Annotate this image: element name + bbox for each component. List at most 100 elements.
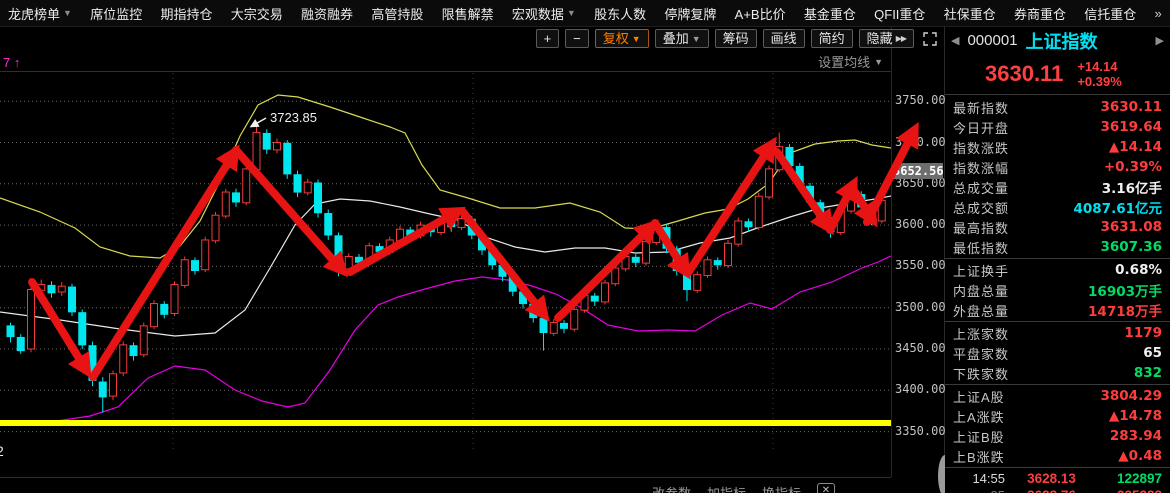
chevron-down-icon: ▼	[567, 8, 576, 18]
quote-row-label: 外盘总量	[953, 301, 1009, 320]
menu-item-5[interactable]: 高管持股	[371, 4, 423, 23]
quote-row-value: 14718万手	[1088, 300, 1162, 320]
overlay-button[interactable]: 叠加▼	[655, 29, 709, 48]
chips-button[interactable]: 筹码	[715, 29, 757, 48]
quote-row-value: 3630.11	[1101, 99, 1163, 115]
quote-row: 上证B股 283.94	[945, 426, 1170, 446]
adjust-price-button[interactable]: 复权▼	[595, 29, 649, 48]
clipped-label-fragment: 2	[0, 443, 4, 459]
quote-row-value: 3607.36	[1101, 239, 1163, 255]
menu-item-6[interactable]: 限售解禁	[442, 4, 494, 23]
svg-text:3723.85: 3723.85	[270, 110, 317, 125]
menu-item-12[interactable]: QFII重仓	[874, 4, 925, 23]
quote-row-value: 283.94	[1110, 428, 1162, 444]
menu-item-9[interactable]: 停牌复牌	[664, 4, 716, 23]
quote-row: 内盘总量16903万手	[945, 280, 1170, 300]
menu-item-13[interactable]: 社保重仓	[944, 4, 996, 23]
chevron-down-icon: ▼	[692, 30, 701, 48]
menu-item-0[interactable]: 龙虎榜单▼	[8, 4, 72, 23]
stock-code: 000001	[967, 32, 1017, 49]
quote-row-value: 3619.64	[1101, 119, 1163, 135]
switch-indicator-link[interactable]: 换指标	[762, 483, 801, 493]
quote-row-label: 上证A股	[953, 387, 1005, 406]
divider	[891, 27, 892, 477]
quote-row-label: 平盘家数	[953, 344, 1009, 363]
quote-row-value: 3.16亿手	[1102, 177, 1162, 197]
quote-row: 平盘家数65	[945, 343, 1170, 363]
axis-tick-label: 3600.00	[895, 217, 946, 231]
menu-item-2[interactable]: 期指持仓	[160, 4, 212, 23]
chart-toolbar: + − 复权▼ 叠加▼ 筹码 画线 简约 隐藏▶▶	[0, 28, 945, 49]
add-indicator-link[interactable]: 加指标	[707, 483, 746, 493]
quote-row-value: 3631.08	[1101, 219, 1163, 235]
draw-line-button[interactable]: 画线	[763, 29, 805, 48]
menu-item-7[interactable]: 宏观数据▼	[512, 4, 576, 23]
menu-item-label: 限售解禁	[442, 4, 494, 23]
menu-item-10[interactable]: A+B比价	[735, 4, 786, 23]
quote-row-label: 总成交量	[953, 178, 1009, 197]
quote-row-label: 上A涨跌	[953, 407, 1005, 426]
menu-item-label: 信托重仓	[1084, 4, 1136, 23]
panel-collapse-handle[interactable]	[938, 455, 945, 493]
quote-rows: 最新指数3630.11今日开盘3619.64指数涨跌▲14.14指数涨幅+0.3…	[945, 95, 1170, 468]
menu-item-label: 宏观数据	[512, 4, 564, 23]
quote-row-value: 3804.29	[1101, 388, 1163, 404]
price-axis: 3750.003700.003650.003600.003550.003500.…	[893, 27, 945, 477]
menu-item-label: 基金重仓	[804, 4, 856, 23]
quote-row: 下跌家数 832	[945, 363, 1170, 383]
menu-item-label: 期指持仓	[160, 4, 212, 23]
axis-tick-label: 3700.00	[895, 135, 946, 149]
quote-row: 上A涨跌▲14.78	[945, 406, 1170, 426]
zoom-in-button[interactable]: +	[536, 29, 560, 48]
axis-tick-label: 3350.00	[895, 424, 946, 438]
fullscreen-icon[interactable]	[920, 29, 939, 48]
quote-row: 上涨家数1179	[945, 323, 1170, 343]
axis-tick-label: 3750.00	[895, 93, 946, 107]
menu-item-label: A+B比价	[735, 4, 786, 23]
prev-stock-icon[interactable]: ◀	[951, 34, 959, 47]
menu-item-15[interactable]: 信托重仓	[1084, 4, 1136, 23]
quote-row: 今日开盘3619.64	[945, 117, 1170, 137]
quote-row-label: 指数涨幅	[953, 158, 1009, 177]
next-stock-icon[interactable]: ▶	[1156, 34, 1164, 47]
kline-chart-region[interactable]: 3723.85 + − 复权▼ 叠加▼ 筹码 画线 简约 隐藏▶▶ 7 ↑ 设置…	[0, 27, 945, 493]
menu-more-icon[interactable]: »	[1155, 6, 1162, 21]
quote-row-value: 832	[1134, 365, 1162, 381]
menu-item-1[interactable]: 席位监控	[90, 4, 142, 23]
quote-panel-header: ◀ 000001 上证指数 ▶	[945, 27, 1170, 54]
chevron-down-icon: ▼	[63, 8, 72, 18]
menu-item-3[interactable]: 大宗交易	[231, 4, 283, 23]
quote-row-label: 下跌家数	[953, 364, 1009, 383]
axis-tick-label: 3550.00	[895, 258, 946, 272]
menu-item-label: 券商重仓	[1014, 4, 1066, 23]
quote-row-value: 1179	[1124, 325, 1162, 341]
quote-row-label: 上证B股	[953, 427, 1005, 446]
quote-row: 指数涨幅+0.39%	[945, 157, 1170, 177]
menu-item-14[interactable]: 券商重仓	[1014, 4, 1066, 23]
quote-row-label: 指数涨跌	[953, 138, 1009, 157]
quote-panel: ◀ 000001 上证指数 ▶ 3630.11 +14.14 +0.39% 最新…	[945, 27, 1170, 493]
menu-item-11[interactable]: 基金重仓	[804, 4, 856, 23]
ma-settings-button[interactable]: 设置均线▼	[818, 52, 883, 71]
quote-row-value: ▲0.48	[1118, 448, 1162, 464]
chevron-down-icon: ▼	[874, 57, 883, 67]
kline-chart-canvas[interactable]: 3723.85	[0, 0, 945, 493]
menu-item-label: 社保重仓	[944, 4, 996, 23]
double-arrow-icon: ▶▶	[896, 30, 906, 48]
zoom-out-button[interactable]: −	[565, 29, 589, 48]
change-params-link[interactable]: 改参数	[652, 483, 691, 493]
quote-row: 最低指数3607.36	[945, 237, 1170, 257]
quote-row: 上证换手0.68%	[945, 260, 1170, 280]
menu-item-label: 融资融券	[301, 4, 353, 23]
menu-item-8[interactable]: 股东人数	[594, 4, 646, 23]
close-icon[interactable]: ✕	[817, 483, 835, 493]
menu-item-label: QFII重仓	[874, 4, 925, 23]
divider	[945, 467, 1170, 468]
menu-item-4[interactable]: 融资融券	[301, 4, 353, 23]
quote-row: 最新指数3630.11	[945, 97, 1170, 117]
simple-mode-button[interactable]: 简约	[811, 29, 853, 48]
hide-button[interactable]: 隐藏▶▶	[859, 29, 914, 48]
divider	[945, 321, 1170, 322]
quote-row-label: 最高指数	[953, 218, 1009, 237]
tick-list: 14:553628.13122897:253628.76225288	[945, 470, 1170, 493]
